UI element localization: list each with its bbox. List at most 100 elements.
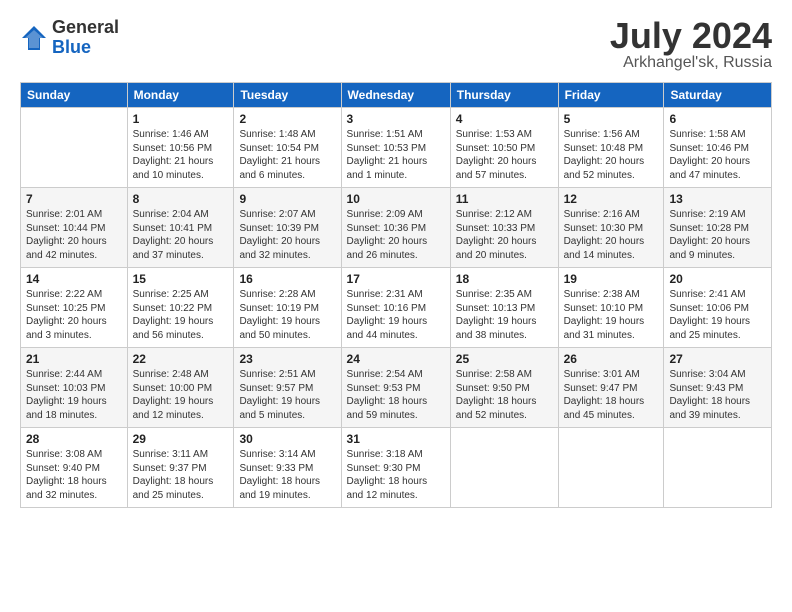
day-info: Sunrise: 2:41 AMSunset: 10:06 PMDaylight… xyxy=(669,288,766,342)
day-number: 19 xyxy=(564,272,659,286)
calendar-day-cell: 7 Sunrise: 2:01 AMSunset: 10:44 PMDayligh… xyxy=(21,188,128,268)
day-number: 20 xyxy=(669,272,766,286)
calendar-day-cell: 1 Sunrise: 1:46 AMSunset: 10:56 PMDayligh… xyxy=(127,108,234,188)
weekday-header-tuesday: Tuesday xyxy=(234,83,341,108)
month-title: July 2024 xyxy=(610,18,772,54)
day-number: 18 xyxy=(456,272,553,286)
day-number: 6 xyxy=(669,112,766,126)
day-info: Sunrise: 1:56 AMSunset: 10:48 PMDaylight… xyxy=(564,128,659,182)
day-info: Sunrise: 3:14 AMSunset: 9:33 PMDaylight:… xyxy=(239,448,335,502)
calendar-day-cell: 16Sunrise: 2:28 AMSunset: 10:19 PMDaylig… xyxy=(234,268,341,348)
day-number: 3 xyxy=(347,112,445,126)
calendar-day-cell: 18 Sunrise: 2:35 AMSunset: 10:13 PMDaylig… xyxy=(450,268,558,348)
day-number: 21 xyxy=(26,352,122,366)
day-number: 9 xyxy=(239,192,335,206)
calendar-day-cell: 15 Sunrise: 2:25 AMSunset: 10:22 PMDaylig… xyxy=(127,268,234,348)
day-number: 13 xyxy=(669,192,766,206)
calendar-day-cell: 9Sunrise: 2:07 AMSunset: 10:39 PMDayligh… xyxy=(234,188,341,268)
calendar-day-cell: 22 Sunrise: 2:48 AMSunset: 10:00 PMDaylig… xyxy=(127,348,234,428)
day-info: Sunrise: 1:46 AMSunset: 10:56 PMDaylight… xyxy=(133,128,229,182)
weekday-header-saturday: Saturday xyxy=(664,83,772,108)
weekday-header-friday: Friday xyxy=(558,83,664,108)
logo-icon xyxy=(20,24,48,52)
day-number: 31 xyxy=(347,432,445,446)
calendar-day-cell: 21 Sunrise: 2:44 AMSunset: 10:03 PMDaylig… xyxy=(21,348,128,428)
day-info: Sunrise: 2:44 AMSunset: 10:03 PMDaylight… xyxy=(26,368,122,422)
day-info: Sunrise: 1:48 AMSunset: 10:54 PMDaylight… xyxy=(239,128,335,182)
day-number: 2 xyxy=(239,112,335,126)
day-number: 5 xyxy=(564,112,659,126)
day-number: 24 xyxy=(347,352,445,366)
calendar-day-cell: 2 Sunrise: 1:48 AMSunset: 10:54 PMDayligh… xyxy=(234,108,341,188)
day-number: 7 xyxy=(26,192,122,206)
calendar-day-cell: 14Sunrise: 2:22 AMSunset: 10:25 PMDaylig… xyxy=(21,268,128,348)
calendar-week-row: 28Sunrise: 3:08 AMSunset: 9:40 PMDayligh… xyxy=(21,428,772,508)
location-title: Arkhangel'sk, Russia xyxy=(610,54,772,72)
day-info: Sunrise: 1:51 AMSunset: 10:53 PMDaylight… xyxy=(347,128,445,182)
calendar-empty-cell xyxy=(664,428,772,508)
calendar-week-row: 1 Sunrise: 1:46 AMSunset: 10:56 PMDayligh… xyxy=(21,108,772,188)
day-info: Sunrise: 3:11 AMSunset: 9:37 PMDaylight:… xyxy=(133,448,229,502)
calendar-day-cell: 5 Sunrise: 1:56 AMSunset: 10:48 PMDayligh… xyxy=(558,108,664,188)
day-number: 25 xyxy=(456,352,553,366)
day-number: 27 xyxy=(669,352,766,366)
calendar-day-cell: 3 Sunrise: 1:51 AMSunset: 10:53 PMDayligh… xyxy=(341,108,450,188)
day-info: Sunrise: 2:22 AMSunset: 10:25 PMDaylight… xyxy=(26,288,122,342)
day-info: Sunrise: 2:04 AMSunset: 10:41 PMDaylight… xyxy=(133,208,229,262)
calendar-empty-cell xyxy=(21,108,128,188)
calendar-day-cell: 26Sunrise: 3:01 AMSunset: 9:47 PMDayligh… xyxy=(558,348,664,428)
calendar-empty-cell xyxy=(450,428,558,508)
day-number: 10 xyxy=(347,192,445,206)
weekday-header-wednesday: Wednesday xyxy=(341,83,450,108)
day-info: Sunrise: 2:28 AMSunset: 10:19 PMDaylight… xyxy=(239,288,335,342)
calendar-day-cell: 13 Sunrise: 2:19 AMSunset: 10:28 PMDaylig… xyxy=(664,188,772,268)
day-info: Sunrise: 2:09 AMSunset: 10:36 PMDaylight… xyxy=(347,208,445,262)
calendar-day-cell: 6Sunrise: 1:58 AMSunset: 10:46 PMDayligh… xyxy=(664,108,772,188)
day-number: 11 xyxy=(456,192,553,206)
day-number: 22 xyxy=(133,352,229,366)
calendar-day-cell: 25Sunrise: 2:58 AMSunset: 9:50 PMDayligh… xyxy=(450,348,558,428)
weekday-header-monday: Monday xyxy=(127,83,234,108)
weekday-header-row: SundayMondayTuesdayWednesdayThursdayFrid… xyxy=(21,83,772,108)
day-number: 17 xyxy=(347,272,445,286)
calendar-week-row: 14Sunrise: 2:22 AMSunset: 10:25 PMDaylig… xyxy=(21,268,772,348)
day-info: Sunrise: 2:12 AMSunset: 10:33 PMDaylight… xyxy=(456,208,553,262)
calendar-day-cell: 31 Sunrise: 3:18 AMSunset: 9:30 PMDayligh… xyxy=(341,428,450,508)
day-info: Sunrise: 2:25 AMSunset: 10:22 PMDaylight… xyxy=(133,288,229,342)
calendar-week-row: 21 Sunrise: 2:44 AMSunset: 10:03 PMDaylig… xyxy=(21,348,772,428)
calendar-day-cell: 17 Sunrise: 2:31 AMSunset: 10:16 PMDaylig… xyxy=(341,268,450,348)
logo-blue-text: Blue xyxy=(52,38,119,58)
day-number: 1 xyxy=(133,112,229,126)
header: General Blue July 2024 Arkhangel'sk, Rus… xyxy=(20,18,772,72)
day-info: Sunrise: 2:31 AMSunset: 10:16 PMDaylight… xyxy=(347,288,445,342)
day-info: Sunrise: 3:18 AMSunset: 9:30 PMDaylight:… xyxy=(347,448,445,502)
weekday-header-sunday: Sunday xyxy=(21,83,128,108)
calendar-day-cell: 10 Sunrise: 2:09 AMSunset: 10:36 PMDaylig… xyxy=(341,188,450,268)
calendar-day-cell: 8 Sunrise: 2:04 AMSunset: 10:41 PMDayligh… xyxy=(127,188,234,268)
calendar-empty-cell xyxy=(558,428,664,508)
logo-text: General Blue xyxy=(52,18,119,58)
calendar-day-cell: 20 Sunrise: 2:41 AMSunset: 10:06 PMDaylig… xyxy=(664,268,772,348)
day-info: Sunrise: 2:35 AMSunset: 10:13 PMDaylight… xyxy=(456,288,553,342)
logo: General Blue xyxy=(20,18,119,58)
day-number: 12 xyxy=(564,192,659,206)
day-number: 28 xyxy=(26,432,122,446)
day-info: Sunrise: 2:51 AMSunset: 9:57 PMDaylight:… xyxy=(239,368,335,422)
day-info: Sunrise: 2:19 AMSunset: 10:28 PMDaylight… xyxy=(669,208,766,262)
day-info: Sunrise: 2:48 AMSunset: 10:00 PMDaylight… xyxy=(133,368,229,422)
day-number: 8 xyxy=(133,192,229,206)
day-number: 15 xyxy=(133,272,229,286)
day-info: Sunrise: 2:01 AMSunset: 10:44 PMDaylight… xyxy=(26,208,122,262)
calendar-day-cell: 11 Sunrise: 2:12 AMSunset: 10:33 PMDaylig… xyxy=(450,188,558,268)
day-number: 4 xyxy=(456,112,553,126)
title-area: July 2024 Arkhangel'sk, Russia xyxy=(610,18,772,72)
day-info: Sunrise: 2:16 AMSunset: 10:30 PMDaylight… xyxy=(564,208,659,262)
page: General Blue July 2024 Arkhangel'sk, Rus… xyxy=(0,0,792,518)
calendar-day-cell: 4Sunrise: 1:53 AMSunset: 10:50 PMDayligh… xyxy=(450,108,558,188)
day-info: Sunrise: 3:01 AMSunset: 9:47 PMDaylight:… xyxy=(564,368,659,422)
logo-general-text: General xyxy=(52,18,119,38)
calendar-day-cell: 12 Sunrise: 2:16 AMSunset: 10:30 PMDaylig… xyxy=(558,188,664,268)
day-info: Sunrise: 2:38 AMSunset: 10:10 PMDaylight… xyxy=(564,288,659,342)
calendar-day-cell: 23Sunrise: 2:51 AMSunset: 9:57 PMDayligh… xyxy=(234,348,341,428)
day-number: 29 xyxy=(133,432,229,446)
